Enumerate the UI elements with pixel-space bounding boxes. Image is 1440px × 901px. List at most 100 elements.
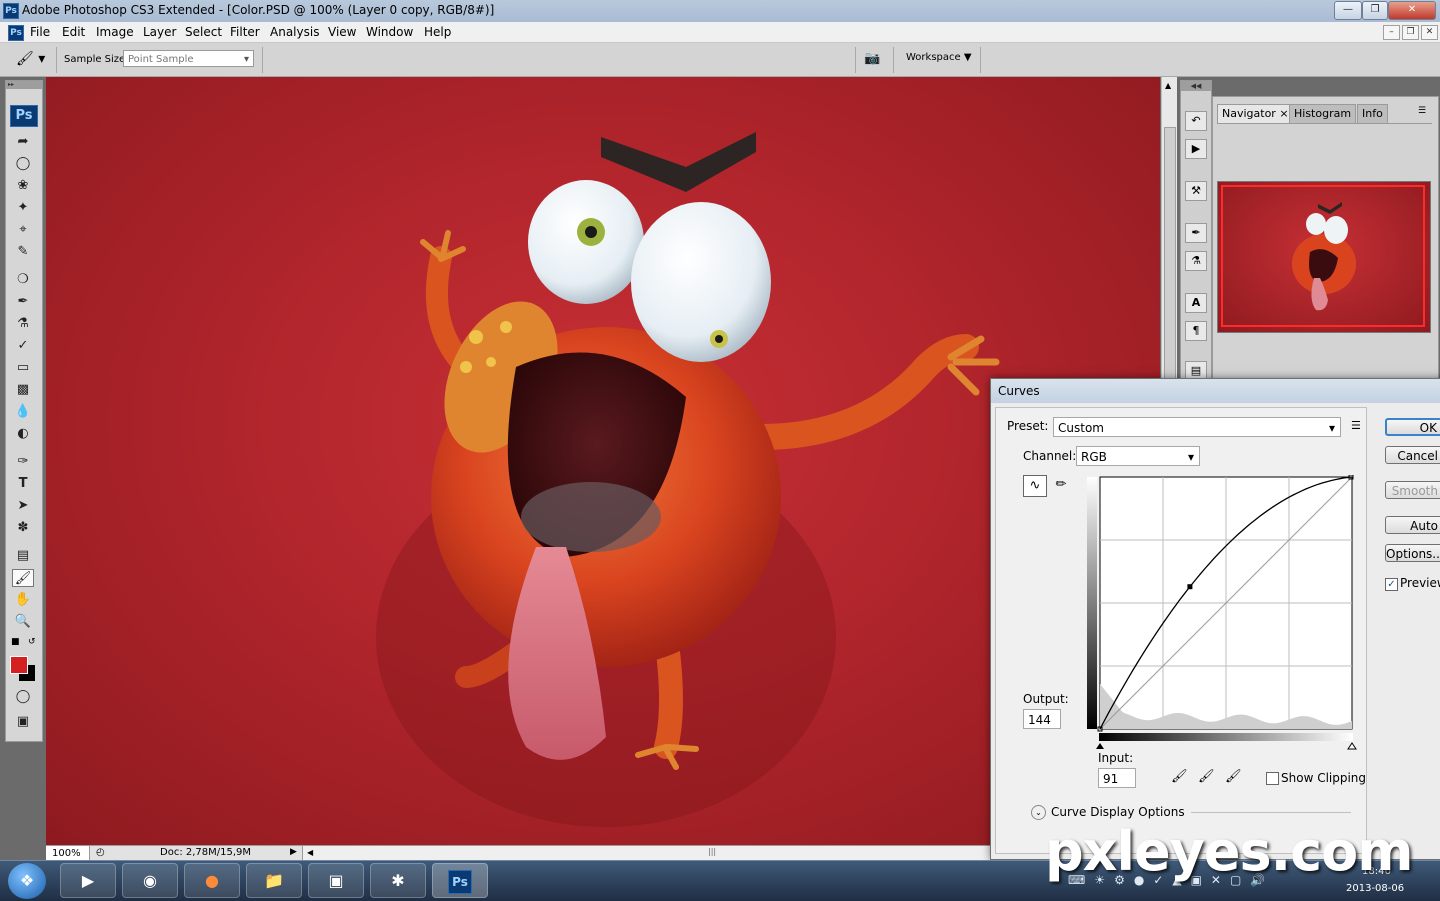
brush-tool-icon[interactable]: ✒ xyxy=(12,293,34,311)
actions-panel-icon[interactable]: ▶ xyxy=(1185,139,1207,159)
menu-help[interactable]: Help xyxy=(424,25,451,39)
scroll-grip-icon[interactable]: ||| xyxy=(708,847,716,856)
lasso-tool-icon[interactable]: ❀ xyxy=(12,177,34,195)
scroll-up-icon[interactable]: ▲ xyxy=(1165,81,1171,90)
black-point-eyedropper-icon[interactable]: 🖌 xyxy=(1171,769,1188,784)
preview-checkbox[interactable]: ✓ xyxy=(1385,578,1398,591)
screen-mode-icon[interactable]: ▣ xyxy=(12,713,34,731)
maximize-button[interactable]: ❐ xyxy=(1362,1,1388,20)
swap-colors-icon[interactable]: ↺ xyxy=(28,637,36,647)
zoom-tool-icon[interactable]: 🔍 xyxy=(12,613,34,631)
chrome-taskbar-icon[interactable]: ◉ xyxy=(122,863,178,898)
sample-size-select[interactable]: Point Sample ▾ xyxy=(123,50,254,67)
crop-tool-icon[interactable]: ⌖ xyxy=(12,221,34,239)
expand-chevron-icon[interactable]: ⌄ xyxy=(1031,805,1046,820)
gradient-tool-icon[interactable]: ▩ xyxy=(12,381,34,399)
curves-title-bar[interactable]: Curves xyxy=(991,379,1440,403)
media-player-taskbar-icon[interactable]: ▶ xyxy=(60,863,116,898)
foreground-color-swatch[interactable] xyxy=(10,656,28,674)
preset-select[interactable]: Custom ▾ xyxy=(1053,417,1341,437)
paragraph-panel-icon[interactable]: ¶ xyxy=(1185,321,1207,341)
cancel-button[interactable]: Cancel xyxy=(1385,446,1440,464)
doc-restore-button[interactable]: ❐ xyxy=(1402,25,1419,40)
dodge-tool-icon[interactable]: ◐ xyxy=(12,425,34,443)
healing-tool-icon[interactable]: ❍ xyxy=(12,271,34,289)
explorer-taskbar-icon[interactable]: 📁 xyxy=(246,863,302,898)
menu-view[interactable]: View xyxy=(328,25,356,39)
horizontal-scrollbar[interactable]: ◀ ||| xyxy=(302,846,993,860)
clock-date[interactable]: 2013-08-06 xyxy=(1346,883,1404,894)
eraser-tool-icon[interactable]: ▭ xyxy=(12,359,34,377)
marquee-tool-icon[interactable]: ◯ xyxy=(12,155,34,173)
ok-button[interactable]: OK xyxy=(1385,418,1440,436)
dock-collapse-icon[interactable]: ◀◀ xyxy=(1181,81,1211,91)
menu-image[interactable]: Image xyxy=(96,25,134,39)
tab-navigator[interactable]: Navigator × xyxy=(1217,104,1294,123)
output-field[interactable]: 144 xyxy=(1023,709,1061,729)
white-point-eyedropper-icon[interactable]: 🖌 xyxy=(1225,769,1242,784)
brushes-panel-icon[interactable]: ✒ xyxy=(1185,223,1207,243)
photoshop-taskbar-icon[interactable]: Ps xyxy=(432,863,488,898)
pen-tool-icon[interactable]: ✑ xyxy=(12,453,34,471)
close-button[interactable]: ✕ xyxy=(1388,1,1436,20)
document-ps-icon[interactable]: Ps xyxy=(8,25,24,41)
curve-edit-points-icon[interactable]: ∿ xyxy=(1023,475,1047,497)
workspace-button[interactable]: Workspace ▼ xyxy=(906,52,972,63)
clone-source-icon[interactable]: ⚗ xyxy=(1185,251,1207,271)
status-preview-icon[interactable]: ◴ xyxy=(96,847,105,858)
menu-edit[interactable]: Edit xyxy=(62,25,85,39)
status-menu-arrow-icon[interactable]: ▶ xyxy=(290,847,297,857)
menu-select[interactable]: Select xyxy=(185,25,222,39)
toolbox-grip[interactable]: ▸▸ xyxy=(6,81,42,89)
menu-file[interactable]: File xyxy=(30,25,50,39)
preset-options-icon[interactable]: ☰ xyxy=(1351,419,1361,432)
navigator-view-box[interactable] xyxy=(1221,185,1425,327)
tab-histogram[interactable]: Histogram xyxy=(1289,104,1357,123)
doc-minimize-button[interactable]: – xyxy=(1383,25,1400,40)
panel-menu-icon[interactable]: ☰ xyxy=(1418,106,1426,116)
menu-window[interactable]: Window xyxy=(366,25,413,39)
photoshop-logo-icon[interactable]: Ps xyxy=(10,105,38,127)
character-panel-icon[interactable]: A xyxy=(1185,293,1207,313)
gray-point-eyedropper-icon[interactable]: 🖌 xyxy=(1198,769,1215,784)
navigator-thumbnail[interactable] xyxy=(1217,181,1431,333)
clone-stamp-tool-icon[interactable]: ⚗ xyxy=(12,315,34,333)
scroll-left-icon[interactable]: ◀ xyxy=(307,848,313,857)
curves-graph[interactable] xyxy=(1087,475,1357,750)
close-icon[interactable]: × xyxy=(1279,107,1288,120)
zoom-level-field[interactable]: 100% xyxy=(46,846,90,861)
channel-select[interactable]: RGB ▾ xyxy=(1076,446,1200,466)
show-clipping-checkbox[interactable] xyxy=(1266,772,1279,785)
history-brush-tool-icon[interactable]: ✓ xyxy=(12,337,34,355)
pencil-draw-icon[interactable]: ✏ xyxy=(1051,475,1071,495)
path-selection-tool-icon[interactable]: ➤ xyxy=(12,497,34,515)
start-button-icon[interactable]: ❖ xyxy=(8,863,46,899)
notes-tool-icon[interactable]: ▤ xyxy=(12,547,34,565)
smooth-button[interactable]: Smooth xyxy=(1385,481,1440,499)
hand-tool-icon[interactable]: ✋ xyxy=(12,591,34,609)
tool-presets-icon[interactable]: ⚒ xyxy=(1185,181,1207,201)
custom-shape-tool-icon[interactable]: ✽ xyxy=(12,519,34,537)
history-panel-icon[interactable]: ↶ xyxy=(1185,111,1207,131)
bridge-icon[interactable]: 📷 xyxy=(864,51,886,69)
eyedropper-tool-icon[interactable]: 🖌 xyxy=(12,569,34,587)
menu-filter[interactable]: Filter xyxy=(230,25,260,39)
move-tool-icon[interactable]: ➦ xyxy=(12,133,34,151)
doc-close-button[interactable]: ✕ xyxy=(1421,25,1438,40)
origin-taskbar-icon[interactable]: ● xyxy=(184,863,240,898)
zbrush-taskbar-icon[interactable]: ✱ xyxy=(370,863,426,898)
photo-viewer-taskbar-icon[interactable]: ▣ xyxy=(308,863,364,898)
auto-button[interactable]: Auto xyxy=(1385,516,1440,534)
eyedropper-tool-preset-icon[interactable]: 🖌 ▾ xyxy=(16,49,52,69)
tab-info[interactable]: Info xyxy=(1357,104,1388,123)
default-colors-icon[interactable]: ■ xyxy=(11,637,20,647)
menu-analysis[interactable]: Analysis xyxy=(270,25,319,39)
menu-layer[interactable]: Layer xyxy=(143,25,176,39)
options-button[interactable]: Options... xyxy=(1385,544,1440,562)
magic-wand-tool-icon[interactable]: ✦ xyxy=(12,199,34,217)
quick-mask-icon[interactable]: ◯ xyxy=(12,688,34,706)
curve-display-options-label[interactable]: Curve Display Options xyxy=(1051,805,1185,819)
type-tool-icon[interactable]: T xyxy=(12,475,34,493)
blur-tool-icon[interactable]: 💧 xyxy=(12,403,34,421)
scrollbar-thumb[interactable] xyxy=(1164,127,1176,419)
